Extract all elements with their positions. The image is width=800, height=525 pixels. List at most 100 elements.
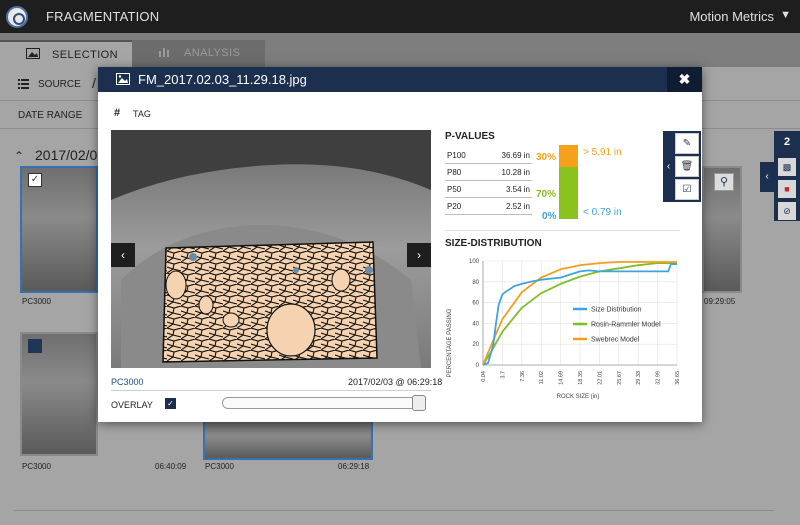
divider — [111, 390, 431, 391]
x-tick-label: 18.35 — [578, 371, 584, 385]
thumbnail-time: 06:40:09 — [155, 462, 187, 471]
mid-segment — [559, 167, 578, 219]
x-axis-label: ROCK SIZE (in) — [557, 394, 600, 400]
photo-source[interactable]: PC3000 — [111, 377, 144, 387]
y-axis-label: PERCENTAGE PASSING — [447, 308, 453, 377]
top-bar: FRAGMENTATION Motion Metrics ▼ — [0, 0, 800, 33]
p-value-row: P80 10.28 in — [445, 164, 532, 181]
chevron-down-icon[interactable]: ▼ — [780, 9, 791, 21]
rock-pile-image — [111, 130, 431, 368]
x-tick-label: 3.7 — [500, 371, 506, 379]
size-distribution-chart: 0.04 3.7 7.36 11.02 14.69 18.35 22.01 25.67 29.3… — [447, 259, 681, 400]
p-value-value: 2.52 in — [505, 202, 530, 211]
thumbnail-time: 09:29:05 — [704, 297, 736, 306]
p-value-row: P100 36.69 in — [445, 147, 532, 164]
p-values-title: P-VALUES — [445, 131, 495, 142]
oversize-percent: 30% — [536, 152, 557, 163]
p-value-value: 3.54 in — [505, 185, 530, 194]
fragmentation-photo: ‹ › — [111, 130, 431, 368]
thumbnail-time: 06:29:18 — [338, 462, 370, 471]
undersize-threshold: < 0.79 in — [583, 207, 622, 218]
x-tick-label: 7.36 — [520, 371, 526, 382]
oversize-threshold: > 5.91 in — [583, 147, 622, 158]
trash-icon[interactable]: 🗑 — [675, 156, 699, 177]
p-value-key: P80 — [447, 168, 462, 177]
x-tick-label: 0.04 — [481, 371, 487, 382]
edit-icon[interactable]: ✎ — [675, 133, 699, 154]
y-tick-label: 20 — [472, 342, 479, 348]
breadcrumb[interactable]: / — [92, 75, 96, 91]
legend-label: Rosin-Rammler Model — [591, 322, 661, 329]
tab-selection-label: SELECTION — [52, 49, 118, 61]
y-tick-label: 60 — [472, 301, 479, 307]
overlay-checkbox[interactable]: ✓ — [165, 398, 176, 409]
undersize-percent: 0% — [542, 211, 557, 222]
overlay-opacity-slider[interactable] — [222, 397, 424, 409]
save-icon[interactable]: ■ — [778, 180, 796, 198]
thumbnail-camera: PC3000 — [205, 462, 234, 471]
chart-title: SIZE-DISTRIBUTION — [445, 238, 542, 249]
p-value-row: P20 2.52 in — [445, 198, 532, 215]
oversize-segment — [559, 145, 578, 167]
previous-image-button[interactable]: ‹ — [111, 243, 135, 267]
chevron-left-icon[interactable]: ‹ — [663, 131, 674, 202]
chevron-up-icon[interactable]: ⌃ — [14, 149, 24, 163]
p-value-value: 36.69 in — [501, 151, 530, 160]
divider — [445, 230, 680, 231]
app-title: FRAGMENTATION — [46, 9, 160, 24]
x-tick-label: 22.01 — [597, 371, 603, 385]
tab-analysis[interactable]: ANALYSIS — [132, 40, 265, 67]
x-tick-label: 32.99 — [656, 371, 662, 385]
date-group-heading: 2017/02/0 — [35, 147, 98, 163]
chevron-left-icon[interactable]: ‹ — [760, 162, 774, 192]
bar-chart-icon[interactable]: ▩ — [778, 158, 796, 176]
p-value-row: P50 3.54 in — [445, 181, 532, 198]
date-range-filter[interactable]: DATE RANGE — [18, 110, 82, 121]
thumbnail[interactable] — [203, 420, 373, 460]
legend-label: Swebrec Model — [591, 337, 640, 344]
bar-chart-icon — [159, 48, 169, 57]
x-tick-label: 11.02 — [539, 371, 545, 384]
app-logo-icon[interactable] — [6, 6, 28, 28]
y-tick-label: 80 — [472, 280, 479, 286]
modal-header: FM_2017.02.03_11.29.18.jpg ✖ — [98, 67, 702, 92]
x-tick-label: 14.69 — [559, 371, 565, 385]
close-button[interactable]: ✖ — [667, 67, 702, 92]
mid-percent: 70% — [536, 189, 557, 200]
thumbnail-camera: PC3000 — [22, 297, 51, 306]
image-icon — [116, 73, 130, 85]
source-label[interactable]: SOURCE — [38, 79, 81, 90]
slider-handle[interactable] — [412, 395, 426, 411]
modal-title: FM_2017.02.03_11.29.18.jpg — [138, 72, 307, 87]
size-class-bar — [559, 145, 578, 219]
tag-icon: # — [114, 107, 121, 119]
x-tick-label: 36.65 — [675, 371, 681, 385]
x-tick-label: 25.67 — [617, 371, 623, 385]
p-value-key: P100 — [447, 151, 466, 160]
tab-selection[interactable]: SELECTION — [0, 40, 132, 67]
zoom-icon[interactable]: ⚲ — [714, 173, 734, 191]
p-value-value: 10.28 in — [501, 168, 530, 177]
p-value-key: P50 — [447, 185, 462, 194]
overlay-label: OVERLAY — [111, 400, 153, 410]
tab-analysis-label: ANALYSIS — [184, 47, 241, 59]
legend-label: Size Distribution — [591, 307, 642, 314]
next-image-button[interactable]: › — [407, 243, 431, 267]
side-toolbar: ‹ ✎ 🗑 ☑ — [663, 131, 701, 202]
photo-timestamp: 2017/02/03 @ 06:29:18 — [348, 377, 443, 387]
checkbox-icon[interactable]: ☑ — [675, 179, 699, 200]
user-menu[interactable]: Motion Metrics — [689, 9, 774, 24]
y-tick-label: 0 — [476, 363, 480, 369]
y-tick-label: 100 — [469, 259, 480, 265]
x-tick-label: 29.33 — [636, 371, 642, 385]
divider — [14, 510, 774, 511]
image-modal: FM_2017.02.03_11.29.18.jpg ✖ # TAG ‹ › P… — [98, 67, 702, 422]
p-value-key: P20 — [447, 202, 462, 211]
y-tick-label: 40 — [472, 321, 479, 327]
tab-bar: SELECTION ANALYSIS — [0, 33, 800, 67]
thumbnail-checkbox[interactable] — [28, 339, 42, 353]
tag-label[interactable]: TAG — [133, 109, 151, 119]
block-icon[interactable]: ⊘ — [778, 202, 796, 220]
thumbnail-checkbox[interactable]: ✓ — [28, 173, 42, 187]
thumbnail-camera: PC3000 — [22, 462, 51, 471]
